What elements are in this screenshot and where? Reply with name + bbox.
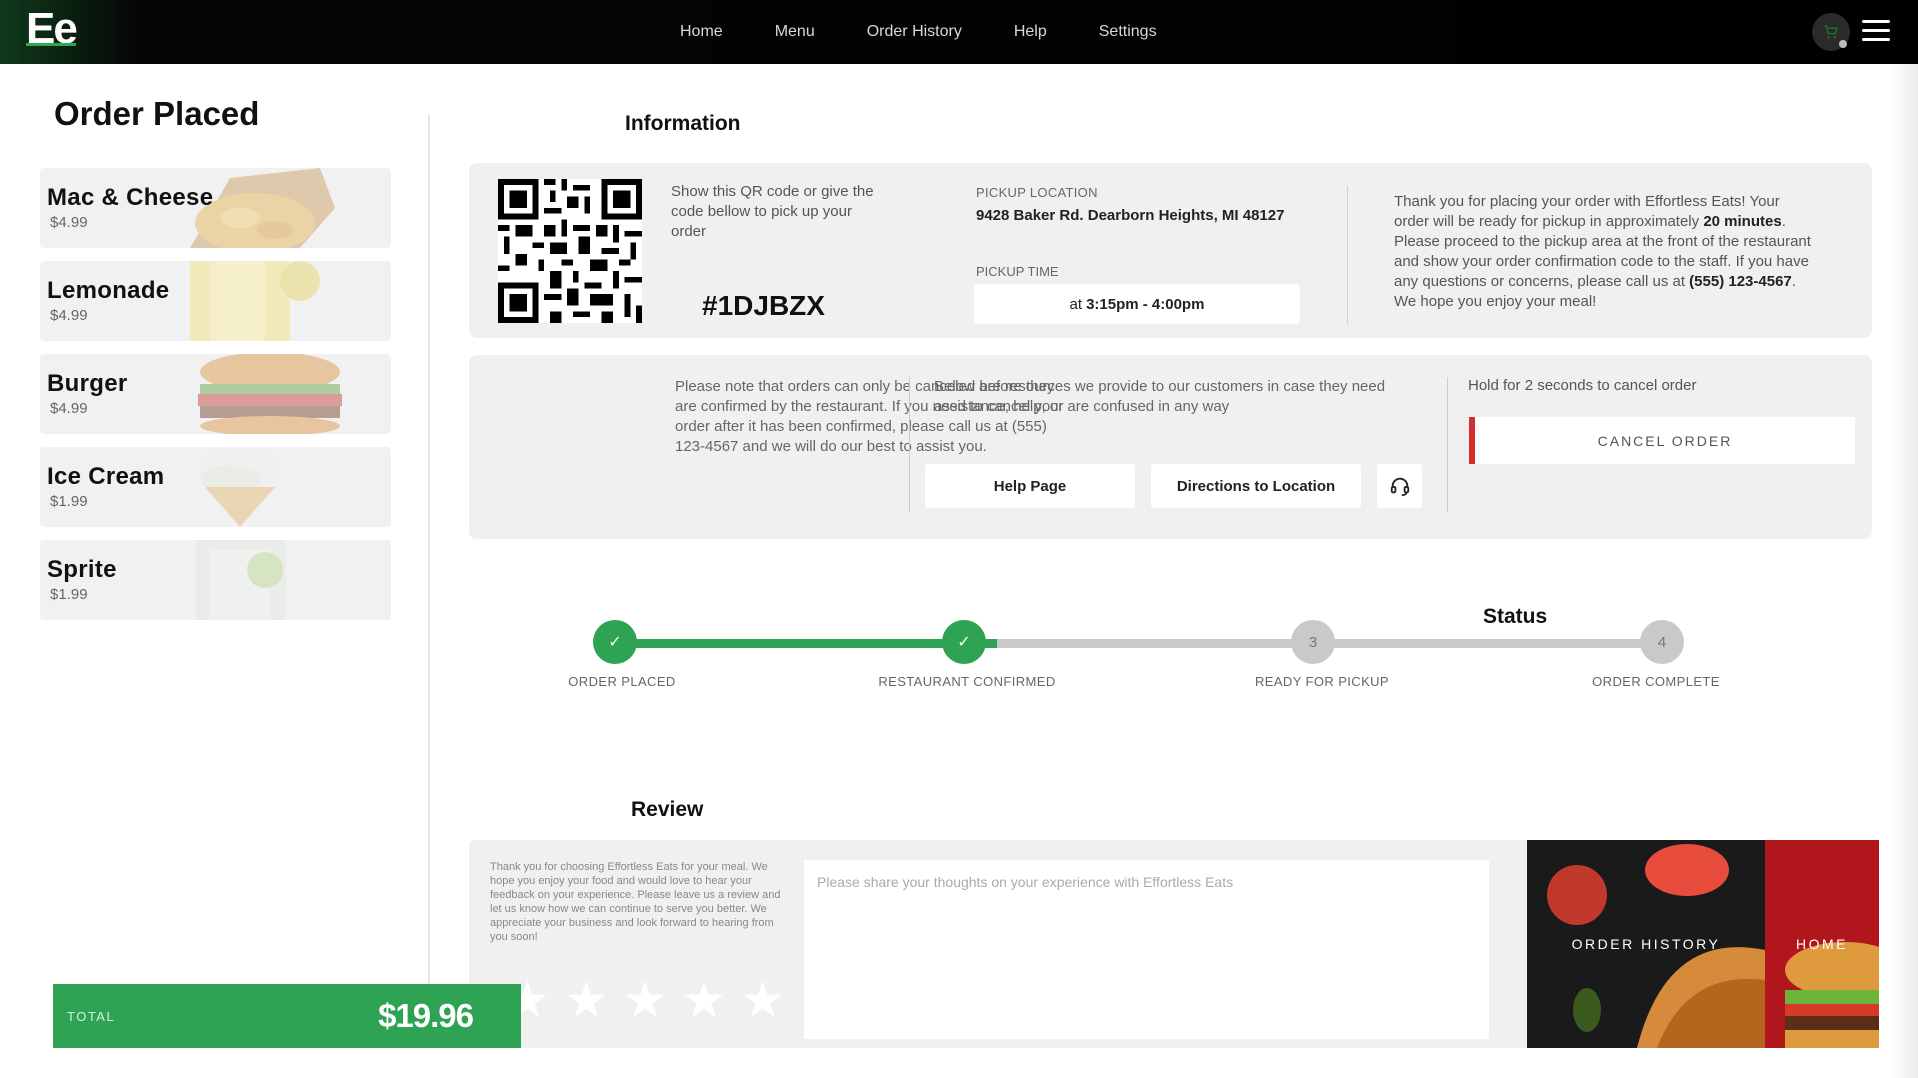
order-history-tile[interactable]: ORDER HISTORY [1527, 840, 1765, 1048]
information-title: Information [625, 112, 741, 135]
cart-icon [1824, 25, 1838, 39]
pickup-code: #1DJBZX [702, 290, 825, 321]
pickup-time-label: PICKUP TIME [976, 264, 1059, 279]
support-headset-button[interactable] [1377, 464, 1422, 508]
hold-to-cancel-hint: Hold for 2 seconds to cancel order [1468, 377, 1697, 394]
info-divider [1347, 186, 1348, 324]
nav-help[interactable]: Help [1014, 23, 1047, 41]
step-marker-order-complete: 4 [1640, 620, 1684, 664]
hamburger-icon-line [1862, 20, 1890, 23]
nav-links: Home Menu Order History Help Settings [680, 0, 1209, 64]
section-divider [428, 115, 430, 985]
step-marker-restaurant-confirmed: ✓ [942, 620, 986, 664]
qr-instructions: Show this QR code or give the code bello… [671, 183, 874, 240]
item-name: Mac & Cheese [47, 184, 214, 211]
review-message: Thank you for choosing Effortless Eats f… [490, 861, 781, 943]
page-edge-shadow [1890, 64, 1918, 1078]
star-icon-4[interactable]: ★ [681, 975, 726, 1025]
logo-underline [26, 43, 76, 46]
burger-image [198, 354, 342, 434]
step-label-order-placed: ORDER PLACED [568, 674, 676, 689]
review-textarea[interactable] [804, 860, 1489, 1039]
qr-code [498, 179, 642, 323]
order-history-tile-label: ORDER HISTORY [1571, 936, 1721, 952]
hamburger-icon-line [1862, 29, 1890, 32]
review-title: Review [631, 798, 704, 821]
sprite-image [196, 540, 286, 620]
star-icon-2[interactable]: ★ [564, 975, 609, 1025]
top-nav: Ee Home Menu Order History Help Settings [0, 0, 1918, 64]
item-name: Sprite [47, 556, 117, 583]
thank-you-message: Thank you for placing your order with Ef… [1394, 192, 1814, 312]
step-marker-order-placed: ✓ [593, 620, 637, 664]
total-value: $19.96 [378, 997, 474, 1034]
home-tile-label: HOME [1796, 936, 1848, 952]
lemonade-image [190, 261, 320, 341]
star-icon-3[interactable]: ★ [623, 975, 668, 1025]
logo[interactable]: Ee [26, 4, 78, 54]
ready-minutes: 20 minutes [1703, 213, 1782, 230]
star-icon-5[interactable]: ★ [740, 975, 785, 1025]
cart-button[interactable] [1812, 13, 1850, 51]
step-marker-ready-for-pickup: 3 [1291, 620, 1335, 664]
ice-cream-image [200, 447, 280, 527]
item-price: $4.99 [50, 400, 88, 417]
item-price: $4.99 [50, 307, 88, 324]
item-name: Lemonade [47, 277, 170, 304]
help-page-button[interactable]: Help Page [925, 464, 1135, 508]
item-price: $4.99 [50, 214, 88, 231]
pickup-time-box: at 3:15pm - 4:00pm [974, 284, 1300, 324]
cancel-order-button[interactable]: CANCEL ORDER [1469, 417, 1855, 464]
nav-settings[interactable]: Settings [1099, 23, 1157, 41]
pickup-location-label: PICKUP LOCATION [976, 185, 1098, 200]
order-item-lemonade[interactable]: Lemonade $4.99 [40, 261, 391, 341]
pickup-time: 3:15pm - 4:00pm [1086, 295, 1205, 313]
step-label-restaurant-confirmed: RESTAURANT CONFIRMED [878, 674, 1056, 689]
resources-note: Below are resources we provide to our cu… [934, 378, 1386, 415]
status-progress-fill [615, 639, 997, 648]
status-title: Status [1483, 605, 1548, 628]
support-divider [909, 377, 910, 512]
nav-order-history[interactable]: Order History [867, 23, 962, 41]
headset-icon [1390, 477, 1409, 497]
item-name: Burger [47, 370, 128, 397]
nav-home[interactable]: Home [680, 23, 723, 41]
total-bar[interactable]: TOTAL $19.96 [53, 984, 521, 1048]
order-item-ice-cream[interactable]: Ice Cream $1.99 [40, 447, 391, 527]
order-item-mac-cheese[interactable]: Mac & Cheese $4.99 [40, 168, 391, 248]
item-price: $1.99 [50, 586, 88, 603]
pickup-time-prefix: at [1069, 295, 1083, 313]
directions-button[interactable]: Directions to Location [1151, 464, 1361, 508]
order-title: Order Placed [54, 95, 260, 132]
hamburger-menu-button[interactable] [1862, 20, 1890, 44]
item-name: Ice Cream [47, 463, 165, 490]
hamburger-icon-line [1862, 38, 1890, 41]
order-item-burger[interactable]: Burger $4.99 [40, 354, 391, 434]
nav-menu[interactable]: Menu [775, 23, 815, 41]
total-label: TOTAL [67, 1009, 116, 1024]
cancel-divider [1447, 377, 1448, 512]
cart-count-dot [1839, 40, 1847, 48]
step-label-order-complete: ORDER COMPLETE [1592, 674, 1720, 689]
pickup-location: 9428 Baker Rd. Dearborn Heights, MI 4812… [976, 207, 1285, 224]
step-label-ready-for-pickup: READY FOR PICKUP [1254, 674, 1390, 689]
order-item-sprite[interactable]: Sprite $1.99 [40, 540, 391, 620]
star-rating: ★ ★ ★ ★ ★ [505, 975, 799, 1025]
support-phone: (555) 123-4567 [1689, 273, 1792, 290]
home-tile[interactable]: HOME [1765, 840, 1879, 1048]
item-price: $1.99 [50, 493, 88, 510]
